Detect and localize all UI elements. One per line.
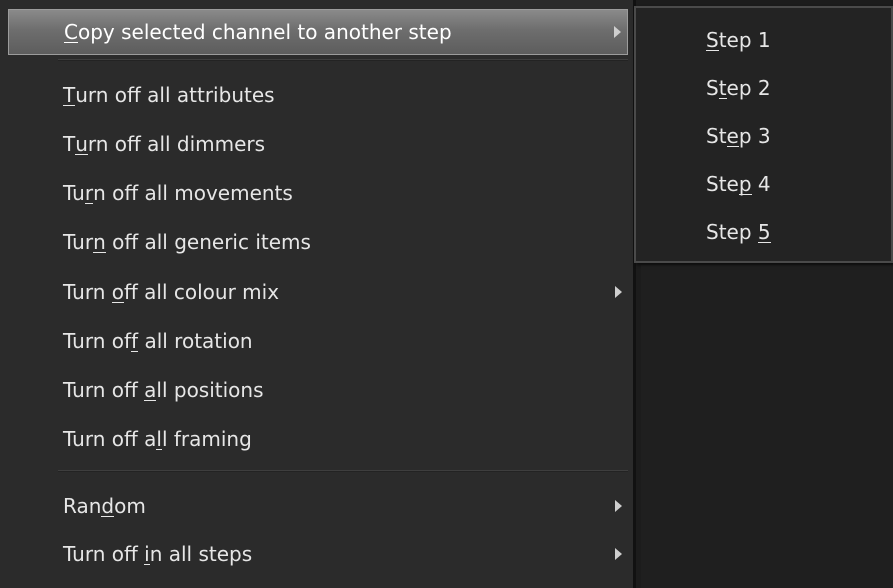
menu-item-label: Turn off all positions	[63, 378, 264, 402]
submenu-item-step-4[interactable]: Step 4	[636, 160, 891, 208]
menu-item-label: Turn off all colour mix	[63, 280, 280, 304]
menu-item-label: Turn off all generic items	[63, 230, 311, 254]
submenu-item-label: Step 5	[706, 220, 771, 244]
menu-item-turn-off-in-all-steps[interactable]: Turn off in all steps	[8, 531, 628, 577]
context-menu: Copy selected channel to another step Tu…	[0, 0, 636, 588]
submenu-item-label: Step 2	[706, 76, 771, 100]
submenu-arrow-icon	[615, 286, 622, 298]
submenu-item-label: Step 1	[706, 28, 771, 52]
background-pane	[641, 265, 893, 588]
submenu-item-label: Step 3	[706, 124, 771, 148]
submenu-item-step-5[interactable]: Step 5	[636, 208, 891, 256]
menu-item-turn-off-rotation[interactable]: Turn off all rotation	[8, 318, 628, 364]
menu-item-label: Turn off in all steps	[63, 542, 253, 566]
menu-item-turn-off-attributes[interactable]: Turn off all attributes	[8, 72, 628, 118]
menu-item-turn-off-framing[interactable]: Turn off all framing	[8, 416, 628, 462]
menu-item-turn-off-generic-items[interactable]: Turn off all generic items	[8, 219, 628, 265]
menu-item-copy-channel[interactable]: Copy selected channel to another step	[8, 9, 628, 55]
submenu-arrow-icon	[614, 26, 621, 38]
submenu-item-step-3[interactable]: Step 3	[636, 112, 891, 160]
menu-item-label: Turn off all rotation	[63, 329, 253, 353]
step-submenu: Step 1 Step 2 Step 3 Step 4 Step 5	[634, 6, 893, 263]
menu-item-random[interactable]: Random	[8, 483, 628, 529]
menu-item-label: Turn off all movements	[63, 181, 293, 205]
submenu-item-step-1[interactable]: Step 1	[636, 16, 891, 64]
submenu-arrow-icon	[615, 500, 622, 512]
menu-item-turn-off-movements[interactable]: Turn off all movements	[8, 170, 628, 216]
menu-item-turn-off-positions[interactable]: Turn off all positions	[8, 367, 628, 413]
submenu-item-step-2[interactable]: Step 2	[636, 64, 891, 112]
menu-item-label: Turn off all framing	[63, 427, 252, 451]
menu-separator	[58, 470, 628, 472]
menu-item-label: Random	[63, 494, 146, 518]
menu-item-label: Turn off all dimmers	[63, 132, 266, 156]
menu-item-label: Copy selected channel to another step	[64, 20, 452, 44]
menu-item-turn-off-dimmers[interactable]: Turn off all dimmers	[8, 121, 628, 167]
menu-item-turn-off-colour-mix[interactable]: Turn off all colour mix	[8, 269, 628, 315]
menu-item-label: Turn off all attributes	[63, 83, 275, 107]
submenu-item-label: Step 4	[706, 172, 771, 196]
screen: Copy selected channel to another step Tu…	[0, 0, 893, 588]
menu-separator	[58, 59, 628, 61]
submenu-arrow-icon	[615, 548, 622, 560]
